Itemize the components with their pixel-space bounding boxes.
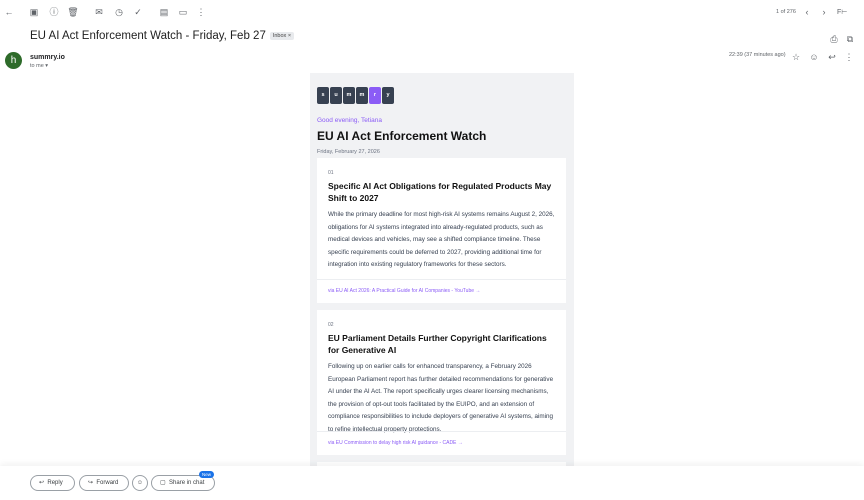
report-spam-icon[interactable]: ⓘ [48, 5, 60, 19]
greeting: Good evening, Tetiana [317, 117, 382, 124]
logo-letter: m [343, 87, 355, 104]
inbox-label[interactable]: Inbox × [269, 31, 295, 40]
item-title: Specific AI Act Obligations for Regulate… [328, 181, 552, 203]
archive-icon[interactable]: ▣ [28, 5, 40, 19]
recipient-dropdown[interactable]: to me ▾ [30, 63, 48, 69]
next-icon[interactable]: › [818, 5, 830, 19]
avatar: h [5, 52, 22, 69]
snooze-icon[interactable]: ◷ [113, 5, 125, 19]
news-item: 02 EU Parliament Details Further Copyrig… [317, 310, 566, 455]
newsletter-title: EU AI Act Enforcement Watch [317, 129, 487, 143]
star-icon[interactable]: ☆ [790, 50, 802, 64]
print-icon[interactable]: ⎙ [828, 32, 840, 46]
open-new-window-icon[interactable]: ⧉ [844, 32, 856, 46]
subject-text: EU AI Act Enforcement Watch - Friday, Fe… [30, 30, 266, 42]
news-item: 01 Specific AI Act Obligations for Regul… [317, 158, 566, 303]
item-body: Following up on earlier calls for enhanc… [328, 363, 554, 433]
mark-unread-icon[interactable]: ✉ [93, 5, 105, 19]
newsletter-date: Friday, February 27, 2026 [317, 149, 380, 155]
more-icon[interactable]: ⋮ [195, 5, 207, 19]
emoji-button[interactable]: ☺ [132, 475, 148, 491]
email-subject: EU AI Act Enforcement Watch - Friday, Fe… [30, 30, 295, 42]
sender-name: summry.io [30, 54, 65, 61]
logo-letter: r [369, 87, 381, 104]
move-to-icon[interactable]: ▤ [158, 5, 170, 19]
forward-button[interactable]: ↪ Forward [79, 475, 129, 491]
reply-bar: ↩ Reply ↪ Forward ☺ ▢ Share in chat New [0, 466, 864, 500]
logo-letter: m [356, 87, 368, 104]
item-number: 02 [328, 322, 334, 328]
add-task-icon[interactable]: ✓ [132, 5, 144, 19]
back-icon[interactable]: ← [3, 5, 15, 19]
reply-icon[interactable]: ↩ [826, 50, 838, 64]
item-source-link[interactable]: via EU AI Act 2026: A Practical Guide fo… [317, 279, 566, 302]
newsletter-body: s u m m r y Good evening, Tetiana EU AI … [310, 73, 574, 482]
reply-button[interactable]: ↩ Reply [30, 475, 75, 491]
item-title: EU Parliament Details Further Copyright … [328, 333, 547, 355]
emoji-icon[interactable]: ☺ [808, 50, 820, 64]
summry-logo: s u m m r y [317, 87, 394, 104]
forward-label: Forward [96, 480, 119, 486]
delete-icon[interactable]: 🗑 [67, 5, 79, 19]
reply-label: Reply [47, 480, 63, 486]
logo-letter: u [330, 87, 342, 104]
label-icon[interactable]: ▭ [177, 5, 189, 19]
timestamp: 22:39 (37 minutes ago) [729, 52, 786, 58]
logo-letter: y [382, 87, 394, 104]
toolbar: ← ▣ ⓘ 🗑 ✉ ◷ ✓ ▤ ▭ ⋮ 1 of 276 ‹ › F⊢ [0, 5, 864, 19]
item-source-link[interactable]: via EU Commission to delay high risk AI … [317, 431, 566, 454]
input-tools[interactable]: F⊢ [837, 8, 847, 16]
prev-icon[interactable]: ‹ [801, 5, 813, 19]
logo-letter: s [317, 87, 329, 104]
more-options-icon[interactable]: ⋮ [843, 50, 855, 64]
item-number: 01 [328, 170, 334, 176]
new-badge: New [199, 471, 215, 478]
share-label: Share in chat [169, 480, 205, 486]
item-body: While the primary deadline for most high… [328, 211, 555, 268]
pager: 1 of 276 [776, 9, 796, 15]
